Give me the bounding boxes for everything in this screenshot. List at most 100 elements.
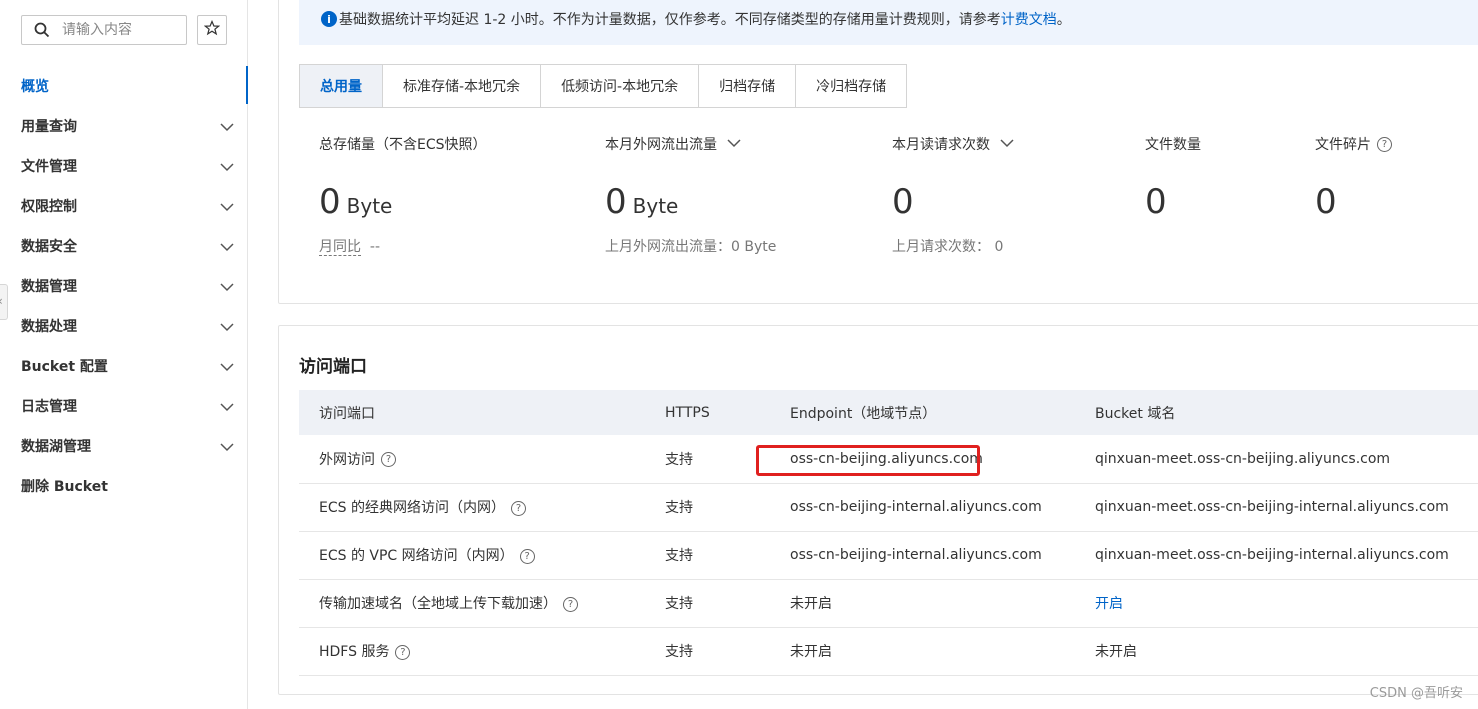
endpoint-type-label: HDFS 服务 bbox=[319, 644, 390, 660]
chevron-down-icon[interactable] bbox=[727, 136, 741, 152]
endpoint-type-label: 传输加速域名（全地域上传下载加速） bbox=[319, 596, 557, 612]
bucket-domain-value: qinxuan-meet.oss-cn-beijing.aliyuncs.com bbox=[1095, 450, 1391, 467]
bucket-domain-cell: 开启 bbox=[1075, 579, 1478, 628]
endpoints-table: 访问端口 HTTPS Endpoint（地域节点） Bucket 域名 外网访问… bbox=[299, 390, 1478, 676]
bucket-domain-cell: qinxuan-meet.oss-cn-beijing-internal.ali… bbox=[1075, 531, 1478, 580]
chevron-down-icon bbox=[220, 320, 234, 336]
sidebar-item-label: 概览 bbox=[21, 79, 49, 95]
https-support-cell: 支持 bbox=[645, 483, 770, 532]
highlight-box bbox=[756, 445, 980, 476]
billing-doc-link[interactable]: 计费文档 bbox=[1001, 12, 1057, 28]
table-row: ECS 的经典网络访问（内网）? 支持 oss-cn-beijing-interna… bbox=[299, 483, 1478, 532]
sidebar-item-label: 用量查询 bbox=[21, 119, 77, 135]
sidebar-item[interactable]: 文件管理 bbox=[0, 146, 247, 186]
help-icon[interactable]: ? bbox=[510, 500, 526, 516]
sidebar-item[interactable]: Bucket 配置 bbox=[0, 346, 247, 386]
sidebar-item[interactable]: 数据安全 bbox=[0, 226, 247, 266]
chevron-down-icon bbox=[220, 400, 234, 416]
tab-ia-lrs[interactable]: 低频访问-本地冗余 bbox=[541, 65, 700, 107]
sidebar-item[interactable]: 用量查询 bbox=[0, 106, 247, 146]
https-support-cell: 支持 bbox=[645, 627, 770, 676]
tab-standard-lrs[interactable]: 标准存储-本地冗余 bbox=[383, 65, 542, 107]
bucket-domain-cell: qinxuan-meet.oss-cn-beijing.aliyuncs.com bbox=[1075, 435, 1478, 484]
endpoint-cell: 未开启 bbox=[770, 627, 1075, 676]
sidebar-nav: 概览用量查询文件管理权限控制数据安全数据管理数据处理 Bucket 配置 日志管理数… bbox=[0, 66, 248, 506]
tab-cold-archive[interactable]: 冷归档存储 bbox=[796, 65, 907, 107]
mom-label[interactable]: 月同比 bbox=[319, 239, 361, 256]
https-support-cell: 支持 bbox=[645, 531, 770, 580]
sidebar-item[interactable]: 日志管理 bbox=[0, 386, 247, 426]
metric-label: 本月外网流出流量 bbox=[605, 134, 741, 154]
column-header: HTTPS bbox=[645, 390, 770, 435]
section-title: 访问端口 bbox=[299, 357, 367, 377]
sidebar-item-label: 数据湖管理 bbox=[21, 439, 91, 455]
help-icon[interactable]: ? bbox=[519, 548, 535, 564]
help-icon[interactable]: ? bbox=[1377, 136, 1392, 152]
endpoint-cell: 未开启 bbox=[770, 579, 1075, 628]
help-icon[interactable]: ? bbox=[563, 596, 578, 612]
endpoint-type-cell: ECS 的 VPC 网络访问（内网）? bbox=[299, 531, 645, 580]
endpoint-cell: oss-cn-beijing-internal.aliyuncs.com bbox=[770, 483, 1075, 532]
table-header-row: 访问端口 HTTPS Endpoint（地域节点） Bucket 域名 bbox=[299, 390, 1478, 435]
chevron-down-icon[interactable] bbox=[1000, 136, 1014, 152]
sidebar-item-label: 文件管理 bbox=[21, 159, 77, 175]
endpoint-cell: oss-cn-beijing.aliyuncs.com bbox=[756, 435, 1075, 484]
sidebar-search[interactable] bbox=[21, 15, 187, 45]
metric-read-requests: 本月读请求次数 0 上月请求次数： 0 bbox=[892, 134, 1014, 255]
sidebar-item-label: 数据处理 bbox=[21, 319, 77, 335]
help-icon[interactable]: ? bbox=[381, 452, 396, 468]
sidebar-item[interactable]: 权限控制 bbox=[0, 186, 247, 226]
column-header: Endpoint（地域节点） bbox=[770, 390, 1075, 435]
bucket-domain-value: qinxuan-meet.oss-cn-beijing-internal.ali… bbox=[1095, 547, 1449, 563]
sidebar-item[interactable]: 数据处理 bbox=[0, 306, 247, 346]
column-header: Bucket 域名 bbox=[1075, 390, 1478, 435]
help-icon[interactable]: ? bbox=[395, 644, 411, 660]
metric-sub: 上月请求次数： 0 bbox=[892, 239, 1004, 255]
sidebar-item-label: 删除 Bucket bbox=[21, 479, 108, 495]
sidebar-item-label: Bucket 配置 bbox=[21, 359, 108, 375]
favorite-button[interactable] bbox=[197, 15, 227, 45]
tab-archive[interactable]: 归档存储 bbox=[699, 65, 797, 107]
endpoint-type-label: ECS 的 VPC 网络访问（内网） bbox=[319, 548, 514, 564]
metric-value: 0 bbox=[1315, 182, 1337, 222]
endpoint-value: oss-cn-beijing-internal.aliyuncs.com bbox=[790, 547, 1042, 563]
endpoint-type-label: ECS 的经典网络访问（内网） bbox=[319, 500, 505, 516]
endpoint-type-cell: ECS 的经典网络访问（内网）? bbox=[299, 483, 645, 532]
metric-label: 本月读请求次数 bbox=[892, 134, 1014, 154]
storage-type-tabs: 总用量 标准存储-本地冗余 低频访问-本地冗余 归档存储 冷归档存储 bbox=[299, 64, 908, 108]
https-support-cell: 支持 bbox=[645, 435, 770, 484]
endpoints-card: 访问端口 访问端口 HTTPS Endpoint（地域节点） Bucket 域名… bbox=[278, 325, 1478, 695]
search-icon bbox=[22, 22, 62, 38]
star-icon bbox=[203, 19, 221, 40]
endpoint-type-label: 外网访问 bbox=[319, 451, 375, 468]
sidebar-item[interactable]: 删除 Bucket bbox=[0, 466, 247, 506]
sidebar: 概览用量查询文件管理权限控制数据安全数据管理数据处理 Bucket 配置日志管理数… bbox=[0, 0, 248, 709]
tab-total-usage[interactable]: 总用量 bbox=[300, 65, 383, 107]
bucket-domain-value: 未开启 bbox=[1095, 644, 1137, 660]
https-support-cell: 支持 bbox=[645, 579, 770, 628]
metric-label: 文件数量 bbox=[1145, 137, 1201, 153]
column-header: 访问端口 bbox=[299, 390, 645, 435]
endpoint-type-cell: HDFS 服务? bbox=[299, 627, 645, 676]
metric-file-count: 文件数量 0 bbox=[1145, 134, 1201, 222]
sidebar-item[interactable]: 数据湖管理 bbox=[0, 426, 247, 466]
metric-outbound-traffic: 本月外网流出流量 0 Byte 上月外网流出流量：0 Byte bbox=[605, 134, 776, 255]
metric-sub: 月同比 -- bbox=[319, 239, 381, 256]
enable-acceleration-link[interactable]: 开启 bbox=[1095, 596, 1123, 612]
metric-value: 0 bbox=[1145, 182, 1167, 222]
sidebar-collapse-handle[interactable]: ‹ bbox=[0, 284, 8, 320]
app-root: 概览用量查询文件管理权限控制数据安全数据管理数据处理 Bucket 配置日志管理数… bbox=[0, 0, 1478, 709]
endpoint-value: oss-cn-beijing-internal.aliyuncs.com bbox=[790, 499, 1042, 515]
search-input[interactable] bbox=[62, 22, 180, 38]
bucket-domain-value: qinxuan-meet.oss-cn-beijing-internal.ali… bbox=[1095, 499, 1449, 515]
metric-label: 文件碎片? bbox=[1315, 134, 1392, 154]
sidebar-item[interactable]: 数据管理 bbox=[0, 266, 247, 306]
sidebar-item[interactable]: 概览 bbox=[0, 66, 248, 106]
sidebar-item-label: 日志管理 bbox=[21, 399, 77, 415]
sidebar-item-label: 数据安全 bbox=[21, 239, 77, 255]
notice-text: 基础数据统计平均延迟 1-2 小时。不作为计量数据，仅作参考。不同存储类型的存储… bbox=[339, 12, 1071, 28]
metric-value: 0 Byte bbox=[605, 182, 679, 222]
endpoint-type-cell: 传输加速域名（全地域上传下载加速）? bbox=[299, 579, 645, 628]
table-row: 传输加速域名（全地域上传下载加速）? 支持 未开启 开启 bbox=[299, 579, 1478, 628]
metric-total-storage: 总存储量（不含ECS快照） 0 Byte 月同比 -- bbox=[319, 134, 487, 256]
